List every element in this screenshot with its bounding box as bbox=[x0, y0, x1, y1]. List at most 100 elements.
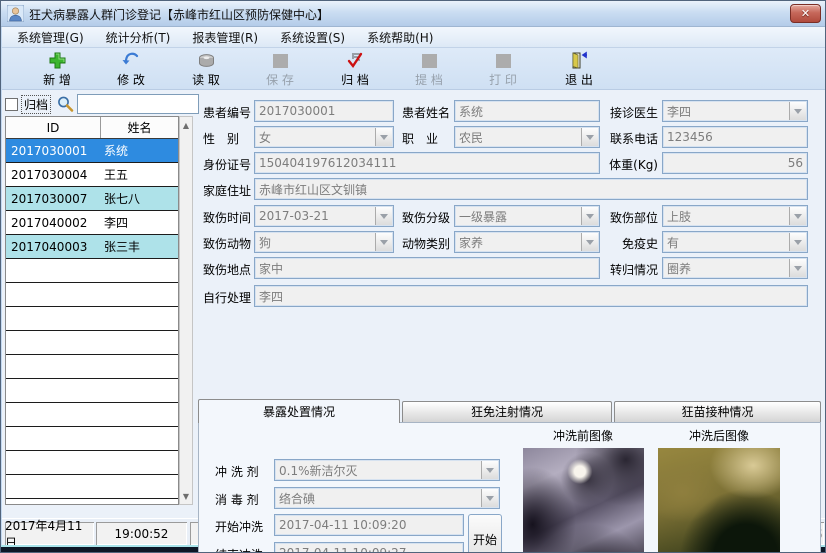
self-treatment-field[interactable]: 李四 bbox=[254, 285, 808, 307]
empty-row bbox=[6, 427, 178, 451]
table-row[interactable]: 2017030001 系统 bbox=[6, 139, 178, 163]
add-button[interactable]: 新 增 bbox=[28, 51, 86, 88]
animal-type-select[interactable]: 家养 bbox=[454, 231, 600, 253]
start-rinse-button[interactable]: 开始 bbox=[468, 514, 502, 553]
patient-table: ID 姓名 2017030001 系统 2017030004 王五 201703… bbox=[5, 116, 179, 505]
content-area: 归档 ID 姓名 2017030001 系统 2017030004 王五 201… bbox=[2, 90, 826, 518]
injury-animal-select[interactable]: 狗 bbox=[254, 231, 394, 253]
patient-form: 患者编号 2017030001 患者姓名 系统 接诊医生 李四 性 别 女 职 … bbox=[198, 90, 826, 518]
column-header-id[interactable]: ID bbox=[6, 117, 101, 138]
app-icon bbox=[7, 5, 24, 22]
close-button[interactable]: ✕ bbox=[790, 4, 821, 23]
phone-field[interactable]: 123456 bbox=[662, 126, 808, 148]
tab-immunoglobulin-injection[interactable]: 狂免注射情况 bbox=[402, 401, 612, 422]
scroll-down-icon[interactable]: ▼ bbox=[180, 489, 192, 503]
self-treatment-label: 自行处理 bbox=[203, 289, 251, 307]
chevron-down-icon bbox=[581, 128, 598, 146]
menu-statistics[interactable]: 统计分析(T) bbox=[95, 27, 182, 48]
empty-row bbox=[6, 307, 178, 331]
gender-select[interactable]: 女 bbox=[254, 126, 394, 148]
address-field[interactable]: 赤峰市红山区文钏镇 bbox=[254, 178, 808, 200]
sidebar-filter-row: 归档 bbox=[5, 93, 199, 115]
empty-row bbox=[6, 379, 178, 403]
after-image-label: 冲洗后图像 bbox=[664, 427, 774, 444]
patient-name-field[interactable]: 系统 bbox=[454, 100, 600, 122]
archive-button[interactable]: 归 档 bbox=[326, 51, 384, 88]
table-row[interactable]: 2017030007 张七八 bbox=[6, 187, 178, 211]
outcome-select[interactable]: 圈养 bbox=[662, 257, 808, 279]
toolbar: 新 增 修 改 读 取 保 存 归 档 提 档 bbox=[2, 48, 826, 90]
id-card-field[interactable]: 150404197612034111 bbox=[254, 152, 600, 174]
chevron-down-icon bbox=[581, 207, 598, 225]
modify-button[interactable]: 修 改 bbox=[102, 51, 160, 88]
disinfectant-label: 消 毒 剂 bbox=[215, 491, 259, 509]
read-button[interactable]: 读 取 bbox=[177, 51, 235, 88]
empty-row bbox=[6, 499, 178, 505]
tab-exposure-treatment[interactable]: 暴露处置情况 bbox=[198, 399, 400, 423]
immunity-label: 免疫史 bbox=[598, 235, 658, 253]
empty-row bbox=[6, 355, 178, 379]
empty-row bbox=[6, 259, 178, 283]
menu-system-management[interactable]: 系统管理(G) bbox=[6, 27, 95, 48]
address-label: 家庭住址 bbox=[203, 182, 251, 200]
disinfectant-select[interactable]: 络合碘 bbox=[274, 487, 500, 509]
add-icon bbox=[47, 51, 67, 70]
status-time: 19:00:52 bbox=[96, 522, 187, 545]
weight-label: 体重(Kg) bbox=[598, 156, 658, 174]
search-input[interactable] bbox=[77, 94, 199, 114]
occupation-select[interactable]: 农民 bbox=[454, 126, 600, 148]
chevron-down-icon bbox=[481, 461, 498, 479]
chevron-down-icon bbox=[789, 207, 806, 225]
phone-label: 联系电话 bbox=[598, 130, 658, 148]
injury-grade-select[interactable]: 一级暴露 bbox=[454, 205, 600, 227]
exit-icon bbox=[569, 51, 589, 70]
occupation-label: 职 业 bbox=[402, 130, 438, 148]
chevron-down-icon bbox=[375, 233, 392, 251]
injury-grade-label: 致伤分级 bbox=[402, 209, 450, 227]
exit-button[interactable]: 退 出 bbox=[550, 51, 608, 88]
injury-time-label: 致伤时间 bbox=[203, 209, 251, 227]
window-title: 狂犬病暴露人群门诊登记【赤峰市红山区预防保健中心】 bbox=[29, 6, 329, 23]
search-icon[interactable] bbox=[54, 94, 75, 114]
scroll-up-icon[interactable]: ▲ bbox=[180, 118, 192, 132]
retrieve-button: 提 档 bbox=[400, 51, 458, 88]
menu-reports[interactable]: 报表管理(R) bbox=[181, 27, 269, 48]
injury-time-select[interactable]: 2017-03-21 bbox=[254, 205, 394, 227]
patient-id-field[interactable]: 2017030001 bbox=[254, 100, 394, 122]
injury-part-select[interactable]: 上肢 bbox=[662, 205, 808, 227]
archive-checkbox[interactable] bbox=[5, 98, 18, 111]
retrieve-icon bbox=[419, 51, 439, 70]
rinse-agent-label: 冲 洗 剂 bbox=[215, 463, 259, 481]
table-row[interactable]: 2017030004 王五 bbox=[6, 163, 178, 187]
menu-help[interactable]: 系统帮助(H) bbox=[356, 27, 444, 48]
table-row[interactable]: 2017040002 李四 bbox=[6, 211, 178, 235]
tab-vaccine-inoculation[interactable]: 狂苗接种情况 bbox=[614, 401, 821, 422]
rinse-end-field[interactable]: 2017-04-11 10:09:27 bbox=[274, 542, 464, 553]
rinse-agent-select[interactable]: 0.1%新洁尔灭 bbox=[274, 459, 500, 481]
status-date: 2017年4月11日 bbox=[5, 522, 94, 545]
weight-field[interactable]: 56 bbox=[662, 152, 808, 174]
empty-row bbox=[6, 475, 178, 499]
rinse-start-field[interactable]: 2017-04-11 10:09:20 bbox=[274, 514, 464, 536]
archive-checkbox-label[interactable]: 归档 bbox=[21, 95, 51, 114]
menu-settings[interactable]: 系统设置(S) bbox=[269, 27, 356, 48]
table-row[interactable]: 2017040003 张三丰 bbox=[6, 235, 178, 259]
titlebar: 狂犬病暴露人群门诊登记【赤峰市红山区预防保健中心】 ✕ bbox=[1, 1, 826, 27]
doctor-select[interactable]: 李四 bbox=[662, 100, 808, 122]
injury-place-field[interactable]: 家中 bbox=[254, 257, 600, 279]
rinse-start-label: 开始冲洗 bbox=[215, 518, 263, 536]
chevron-down-icon bbox=[789, 102, 806, 120]
before-rinse-image bbox=[523, 448, 644, 553]
print-button: 打 印 bbox=[474, 51, 532, 88]
empty-row bbox=[6, 403, 178, 427]
empty-row bbox=[6, 451, 178, 475]
after-rinse-image bbox=[658, 448, 780, 553]
outcome-label: 转归情况 bbox=[598, 261, 658, 279]
column-header-name[interactable]: 姓名 bbox=[101, 117, 178, 138]
rinse-end-label: 结束冲洗 bbox=[215, 546, 263, 553]
empty-row bbox=[6, 331, 178, 355]
table-scrollbar[interactable]: ▲ ▼ bbox=[179, 116, 193, 505]
immunity-select[interactable]: 有 bbox=[662, 231, 808, 253]
read-icon bbox=[196, 51, 216, 70]
injury-animal-label: 致伤动物 bbox=[203, 235, 251, 253]
